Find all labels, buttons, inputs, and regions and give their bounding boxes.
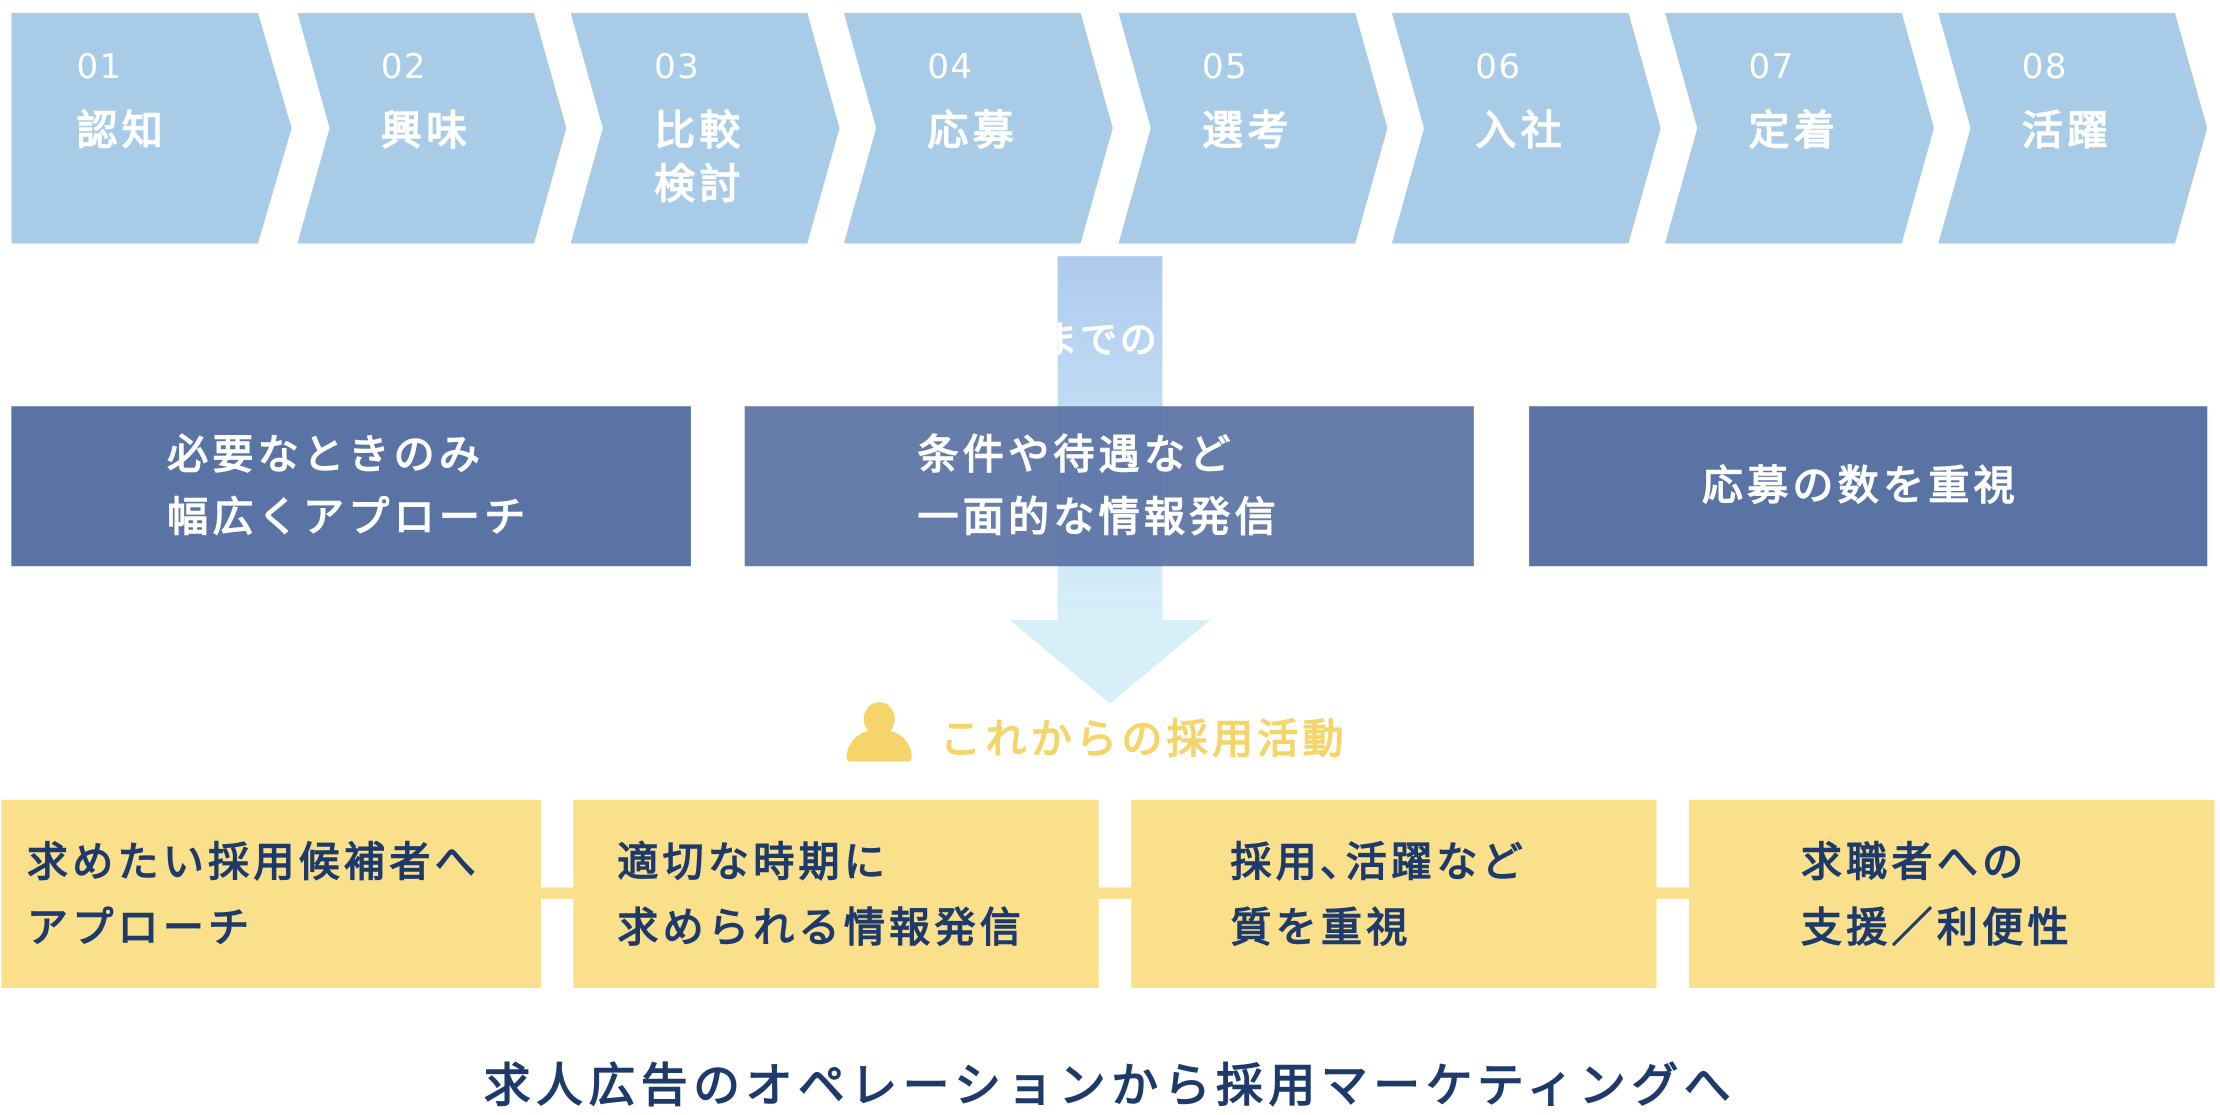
step-label: 興味: [380, 106, 472, 155]
future-box-2: 適切な時期に 求められる情報発信: [573, 799, 1099, 989]
step-03: 03 比較 検討: [570, 12, 840, 244]
step-label: 活躍: [2021, 106, 2113, 155]
step-label: 認知: [76, 106, 168, 155]
connector-line: [1655, 887, 1692, 899]
future-box-1: 求めたい採用候補者へ アプローチ: [1, 799, 541, 989]
future-box-text: 求めたい採用候補者へ アプローチ: [26, 837, 480, 952]
current-box-text: 条件や待遇など 一面的な情報発信: [917, 430, 1280, 541]
step-number: 02: [380, 46, 427, 87]
connector-line: [539, 887, 577, 899]
future-box-3: 採用､活躍など 質を重視: [1131, 799, 1657, 989]
current-box-text: 必要なときのみ 幅広くアプローチ: [167, 430, 530, 541]
step-number: 03: [654, 46, 701, 87]
step-number: 06: [1475, 46, 1522, 87]
step-06: 06 入社: [1391, 12, 1661, 244]
step-number: 05: [1202, 46, 1249, 87]
step-label: 比較 検討: [654, 106, 745, 209]
step-05: 05 選考: [1118, 12, 1388, 244]
step-08: 08 活躍: [1938, 12, 2208, 244]
step-number: 08: [2021, 46, 2068, 87]
current-caption: までの: [1058, 309, 1163, 366]
tagline: 求人広告のオペレーションから採用マーケティングへ: [483, 1057, 1737, 1113]
step-label: 選考: [1202, 106, 1293, 155]
step-label: 応募: [927, 106, 1018, 155]
step-07: 07 定着: [1665, 12, 1935, 244]
current-box-1: 必要なときのみ 幅広くアプローチ: [11, 406, 691, 567]
current-box-2: 条件や待遇など 一面的な情報発信: [744, 406, 1474, 567]
connector-line: [1097, 887, 1135, 899]
step-04: 04 応募: [843, 12, 1113, 244]
current-box-text: 応募の数を重視: [1701, 461, 2019, 510]
future-heading-text: これからの採用活動: [940, 714, 1348, 763]
step-label: 定着: [1748, 106, 1840, 155]
future-box-4: 求職者への 支援／利便性: [1689, 799, 2215, 989]
current-box-3: 応募の数を重視: [1529, 406, 2208, 567]
step-01: 01 認知: [11, 12, 292, 244]
step-number: 01: [76, 46, 123, 87]
future-box-text: 採用､活躍など 質を重視: [1230, 837, 1527, 952]
step-number: 04: [927, 46, 974, 87]
person-icon: [846, 701, 912, 763]
future-box-text: 求職者への 支援／利便性: [1800, 837, 2073, 952]
current-caption-text: までの: [1058, 319, 1160, 363]
future-box-text: 適切な時期に 求められる情報発信: [617, 837, 1026, 952]
down-arrow-icon: [1009, 619, 1211, 704]
step-label: 入社: [1475, 106, 1566, 155]
diagram: 01 認知 02 興味 03 比較 検討 04 応募 05 選考 06 入社 0…: [0, 0, 2220, 1114]
step-number: 07: [1748, 46, 1795, 87]
step-02: 02 興味: [297, 12, 567, 244]
